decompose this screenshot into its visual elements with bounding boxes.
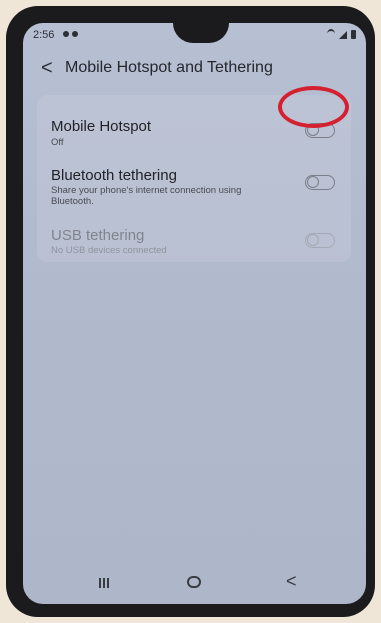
phone-screen: 2:56 < Mobile Hotspot and Tethering Mobi…	[23, 23, 366, 604]
setting-subtitle: No USB devices connected	[51, 245, 167, 256]
system-icons	[327, 29, 356, 39]
phone-frame: 2:56 < Mobile Hotspot and Tethering Mobi…	[6, 6, 375, 617]
chevron-left-icon[interactable]: <	[41, 57, 53, 80]
setting-subtitle: Share your phone's internet connection u…	[51, 185, 242, 207]
wifi-icon	[327, 29, 335, 39]
bluetooth-tethering-toggle[interactable]	[305, 175, 335, 190]
status-time: 2:56	[33, 29, 55, 41]
notification-dot-icon	[63, 31, 69, 37]
notification-dot-icon	[72, 31, 78, 37]
setting-title: Bluetooth tethering	[51, 167, 177, 184]
setting-title: USB tethering	[51, 227, 145, 244]
setting-subtitle: Off	[51, 137, 64, 148]
back-icon[interactable]: <	[286, 571, 297, 592]
setting-row-usb-tethering[interactable]: USB tethering No USB devices connected	[37, 217, 351, 262]
setting-title: Mobile Hotspot	[51, 118, 152, 135]
notification-icons	[63, 31, 78, 37]
toggle-knob	[307, 176, 319, 188]
recent-apps-icon[interactable]	[99, 578, 109, 588]
usb-tethering-toggle[interactable]	[305, 233, 335, 248]
red-highlight-circle	[278, 86, 349, 128]
app-header: < Mobile Hotspot and Tethering	[23, 57, 366, 83]
setting-row-bluetooth-tethering[interactable]: Bluetooth tethering Share your phone's i…	[37, 157, 351, 217]
battery-icon	[351, 30, 356, 39]
signal-icon	[339, 31, 347, 39]
toggle-knob	[307, 234, 319, 246]
page-title: Mobile Hotspot and Tethering	[65, 59, 273, 76]
navigation-bar: <	[23, 568, 366, 604]
home-icon[interactable]	[187, 576, 201, 588]
